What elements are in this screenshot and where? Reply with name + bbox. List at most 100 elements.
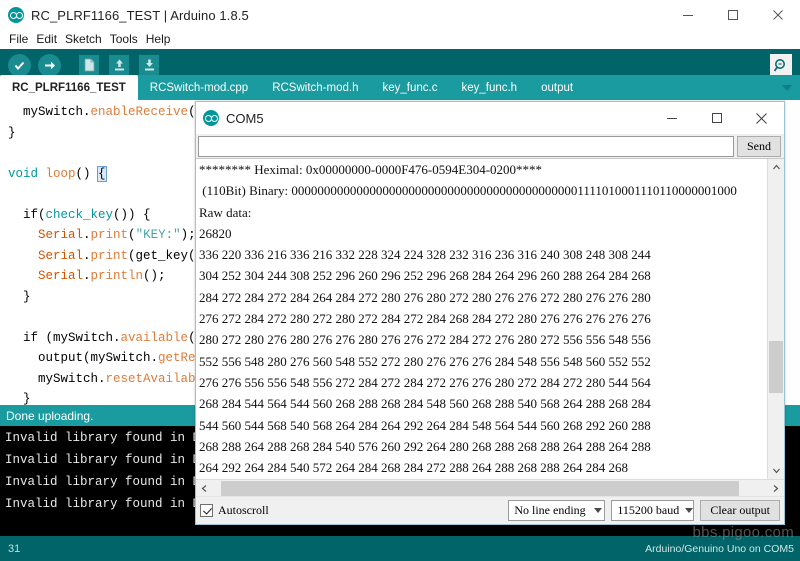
maximize-icon[interactable] (694, 102, 739, 134)
serial-output-line: 552 556 548 280 276 560 548 552 272 280 … (199, 353, 651, 369)
serial-monitor-controls: No line ending 115200 baud Clear output (508, 500, 780, 521)
minimize-icon[interactable] (649, 102, 694, 134)
arrow-down-icon (139, 55, 159, 75)
menu-item-sketch[interactable]: Sketch (61, 30, 106, 49)
code-token: void (8, 166, 46, 181)
code-token: ()) { (113, 207, 151, 222)
code-token: mySwitch (8, 371, 99, 386)
code-token: loop (45, 166, 76, 181)
tab-label: output (541, 81, 574, 94)
serial-output-line: Raw data: (199, 204, 252, 220)
tab-rcswitch-mod-cpp[interactable]: RCSwitch-mod.cpp (137, 75, 261, 100)
code-token: Serial (8, 269, 84, 283)
chevron-left-icon[interactable] (196, 480, 213, 497)
serial-vertical-scrollbar[interactable] (767, 159, 784, 479)
tab-overflow-button[interactable] (774, 75, 800, 100)
minimize-icon[interactable] (665, 0, 710, 30)
tab-label: RCSwitch-mod.cpp (149, 81, 249, 94)
code-token: check_key (45, 207, 114, 222)
chevron-down-icon (782, 84, 792, 91)
code-token: available (120, 330, 189, 345)
sketch-tabbar: RC_PLRF1166_TEST RCSwitch-mod.cpp RCSwit… (0, 75, 800, 100)
code-token: output(mySwitch (8, 351, 151, 365)
serial-output-line: (110Bit) Binary: 00000000000000000000000… (199, 183, 737, 199)
serial-send-row: Send (196, 134, 784, 158)
chevron-up-icon[interactable] (768, 159, 784, 176)
serial-output-line: 276 276 556 556 548 556 272 284 272 284 … (199, 374, 651, 390)
clear-output-button[interactable]: Clear output (700, 500, 780, 521)
line-ending-select[interactable]: No line ending (508, 500, 606, 521)
code-token: } (8, 289, 31, 304)
chevron-down-icon[interactable] (768, 462, 784, 479)
code-token: . (98, 371, 106, 386)
menu-item-file[interactable]: File (5, 30, 32, 49)
menu-item-help[interactable]: Help (142, 30, 175, 49)
serial-output-line: 336 220 336 216 336 216 332 228 324 224 … (199, 247, 651, 263)
window-controls (665, 0, 800, 30)
serial-output-line: 276 272 284 272 280 272 280 272 284 272 … (199, 311, 651, 327)
serial-monitor-window: COM5 Send ******** Heximal: 0x00000000-0… (195, 101, 785, 525)
close-icon[interactable] (755, 0, 800, 30)
tab-rc-plrf1166-test[interactable]: RC_PLRF1166_TEST (0, 75, 138, 100)
window-titlebar: RC_PLRF1166_TEST | Arduino 1.8.5 (0, 0, 800, 30)
hscroll-thumb[interactable] (221, 480, 739, 496)
serial-output-line: 264 292 264 284 540 572 264 284 268 284 … (199, 460, 628, 476)
code-token: } (8, 392, 31, 405)
chevron-down-icon (594, 508, 603, 513)
serial-horizontal-scrollbar[interactable] (196, 479, 784, 496)
menu-item-tools[interactable]: Tools (106, 30, 142, 49)
line-ending-value: No line ending (514, 503, 586, 517)
send-button[interactable]: Send (737, 135, 781, 157)
code-token: ); (180, 228, 196, 242)
code-token: mySwitch (8, 105, 84, 119)
code-token: "KEY:" (135, 228, 181, 242)
check-icon (7, 53, 31, 77)
scroll-thumb[interactable] (769, 341, 783, 393)
maximize-icon[interactable] (710, 0, 755, 30)
serial-output-text[interactable]: ******** Heximal: 0x00000000-0000F476-05… (196, 159, 767, 479)
serial-output-line: 304 252 304 244 308 252 296 260 296 252 … (199, 268, 651, 284)
code-token: if( (8, 207, 46, 222)
code-token: () (75, 166, 99, 181)
code-token: . (83, 269, 91, 283)
baud-rate-select[interactable]: 115200 baud (611, 500, 695, 521)
hscroll-track[interactable] (213, 480, 767, 497)
chevron-right-icon[interactable] (767, 480, 784, 497)
arduino-logo-icon (203, 110, 219, 126)
code-token: enableReceive (90, 105, 189, 119)
board-status-label: Arduino/Genuino Uno on COM5 (645, 542, 794, 555)
checkbox-icon[interactable] (200, 504, 213, 517)
arrow-right-icon (37, 53, 61, 77)
code-token: . (113, 330, 121, 345)
code-token: print (90, 248, 129, 263)
serial-send-input[interactable] (198, 135, 734, 157)
serial-monitor-button[interactable] (770, 54, 792, 76)
code-token: . (83, 105, 91, 119)
serial-output-line: ******** Heximal: 0x00000000-0000F476-05… (199, 162, 543, 177)
status-bar: 31 Arduino/Genuino Uno on COM5 (0, 536, 800, 561)
serial-monitor-window-controls (649, 102, 784, 134)
autoscroll-label: Autoscroll (218, 503, 269, 517)
code-token: { (97, 165, 107, 182)
serial-output-line: 284 272 284 272 284 264 284 272 280 276 … (199, 289, 651, 305)
serial-monitor-footer: Autoscroll No line ending 115200 baud Cl… (196, 496, 784, 524)
tab-output[interactable]: output (529, 75, 586, 100)
close-icon[interactable] (739, 102, 784, 134)
code-token: Serial (8, 228, 84, 242)
serial-monitor-title: COM5 (226, 110, 264, 126)
serial-output-line: 544 560 544 568 540 568 264 284 264 292 … (199, 417, 651, 433)
autoscroll-checkbox[interactable]: Autoscroll (200, 503, 269, 518)
menu-item-edit[interactable]: Edit (32, 30, 61, 49)
serial-output-line: 268 284 544 564 544 560 268 288 268 284 … (199, 396, 651, 412)
tab-label: key_func.h (461, 81, 518, 94)
tab-key-func-h[interactable]: key_func.h (449, 75, 530, 100)
tab-rcswitch-mod-h[interactable]: RCSwitch-mod.h (260, 75, 371, 100)
chevron-down-icon (685, 508, 694, 513)
tab-label: key_func.c (382, 81, 438, 94)
serial-output-area: ******** Heximal: 0x00000000-0000F476-05… (196, 158, 784, 479)
scroll-track[interactable] (768, 176, 784, 462)
code-token: ( (128, 228, 136, 242)
tab-key-func-c[interactable]: key_func.c (370, 75, 450, 100)
serial-output-line: 268 288 264 288 268 284 540 576 260 292 … (199, 438, 651, 454)
new-file-icon (79, 55, 99, 75)
